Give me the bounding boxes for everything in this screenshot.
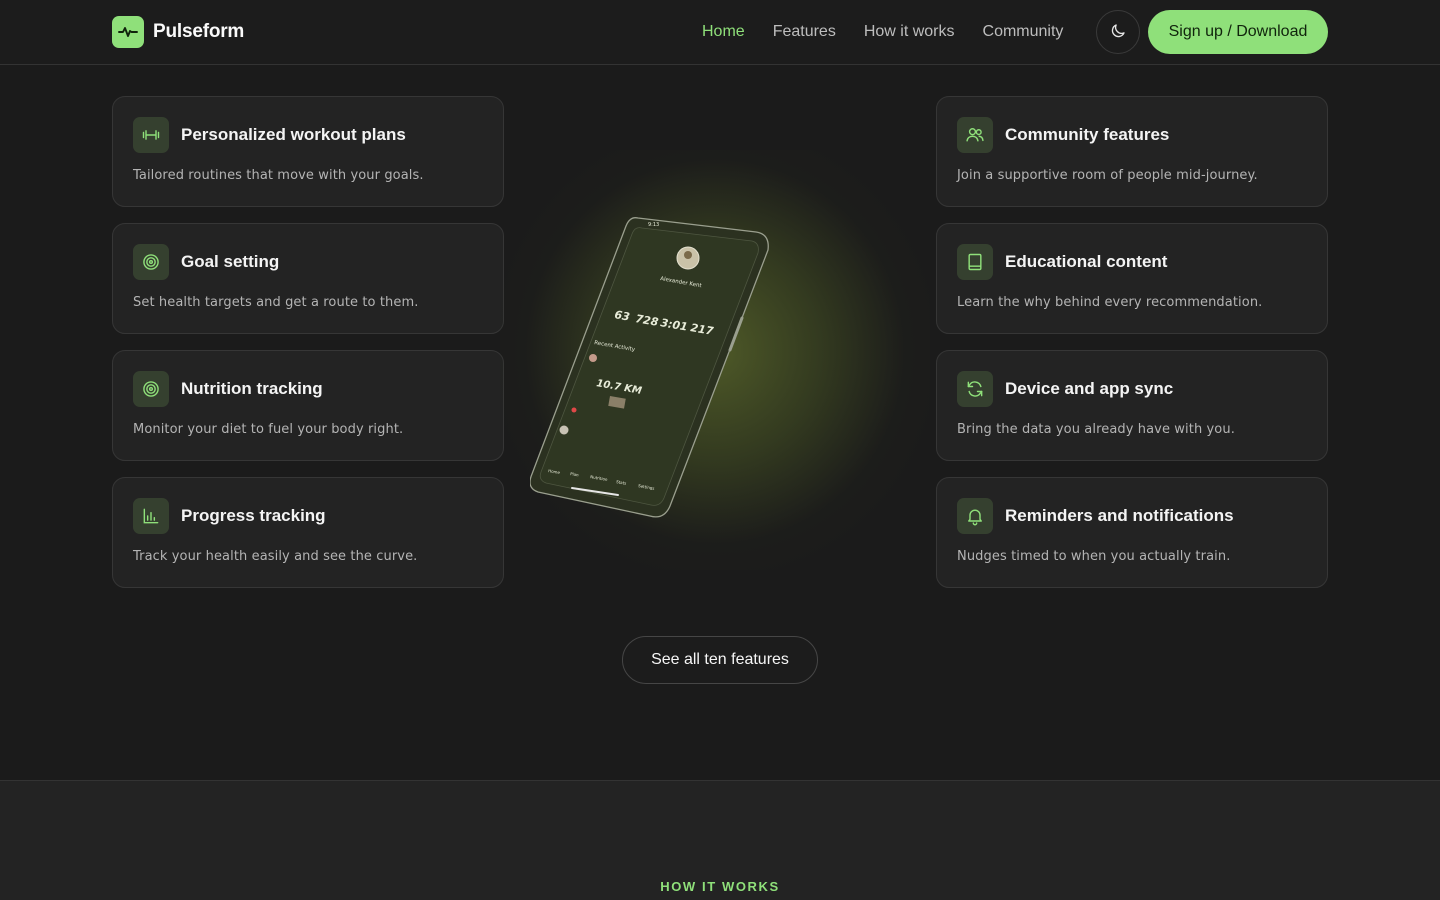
moon-icon	[1109, 22, 1127, 43]
feature-title: Community features	[1005, 125, 1170, 144]
book-icon	[957, 244, 993, 280]
feature-card-workout-plans[interactable]: Personalized workout plans Tailored rout…	[112, 96, 504, 207]
nav-community[interactable]: Community	[983, 22, 1064, 42]
site-header: Pulseform Home Features How it works Com…	[0, 0, 1440, 65]
dumbbell-icon	[133, 117, 169, 153]
feature-card-community[interactable]: Community features Join a supportive roo…	[936, 96, 1328, 207]
phone-stat: 63	[613, 308, 631, 324]
signup-download-button[interactable]: Sign up / Download	[1148, 10, 1328, 54]
feature-description: Track your health easily and see the cur…	[133, 549, 418, 564]
theme-toggle-button[interactable]	[1096, 10, 1140, 54]
nav-features[interactable]: Features	[773, 22, 836, 42]
feature-title: Educational content	[1005, 252, 1168, 271]
feature-title: Goal setting	[181, 252, 280, 271]
feature-description: Bring the data you already have with you…	[957, 422, 1235, 437]
feature-title: Nutrition tracking	[181, 379, 323, 398]
feature-description: Learn the why behind every recommendatio…	[957, 295, 1263, 310]
phone-mockup: 9:13 Alexander Kent 63 728 3:01 217 Rece…	[529, 210, 790, 530]
feature-description: Nudges timed to when you actually train.	[957, 549, 1231, 564]
feature-title: Progress tracking	[181, 506, 326, 525]
feature-card-reminders[interactable]: Reminders and notifications Nudges timed…	[936, 477, 1328, 588]
feature-card-goal-setting[interactable]: Goal setting Set health targets and get …	[112, 223, 504, 334]
target-icon	[133, 371, 169, 407]
feature-card-nutrition-tracking[interactable]: Nutrition tracking Monitor your diet to …	[112, 350, 504, 461]
pulse-icon	[112, 16, 144, 48]
how-it-works-section: HOW IT WORKS	[0, 780, 1440, 900]
users-icon	[957, 117, 993, 153]
feature-card-progress-tracking[interactable]: Progress tracking Track your health easi…	[112, 477, 504, 588]
feature-description: Monitor your diet to fuel your body righ…	[133, 422, 404, 437]
feature-description: Tailored routines that move with your go…	[133, 168, 424, 183]
feature-card-device-sync[interactable]: Device and app sync Bring the data you a…	[936, 350, 1328, 461]
see-all-features-button[interactable]: See all ten features	[622, 636, 818, 684]
sync-icon	[957, 371, 993, 407]
feature-title: Device and app sync	[1005, 379, 1174, 398]
main-nav: Home Features How it works Community	[702, 22, 1063, 42]
bell-icon	[957, 498, 993, 534]
nav-home[interactable]: Home	[702, 22, 745, 42]
nav-how-it-works[interactable]: How it works	[864, 22, 955, 42]
feature-title: Personalized workout plans	[181, 125, 406, 144]
bar-chart-icon	[133, 498, 169, 534]
feature-title: Reminders and notifications	[1005, 506, 1234, 525]
target-icon	[133, 244, 169, 280]
feature-description: Set health targets and get a route to th…	[133, 295, 419, 310]
brand-logo[interactable]: Pulseform	[112, 16, 244, 48]
feature-card-educational-content[interactable]: Educational content Learn the why behind…	[936, 223, 1328, 334]
phone-time: 9:13	[648, 222, 659, 228]
section-eyebrow: HOW IT WORKS	[660, 879, 780, 894]
brand-name: Pulseform	[153, 21, 245, 42]
feature-description: Join a supportive room of people mid-jou…	[957, 168, 1258, 183]
